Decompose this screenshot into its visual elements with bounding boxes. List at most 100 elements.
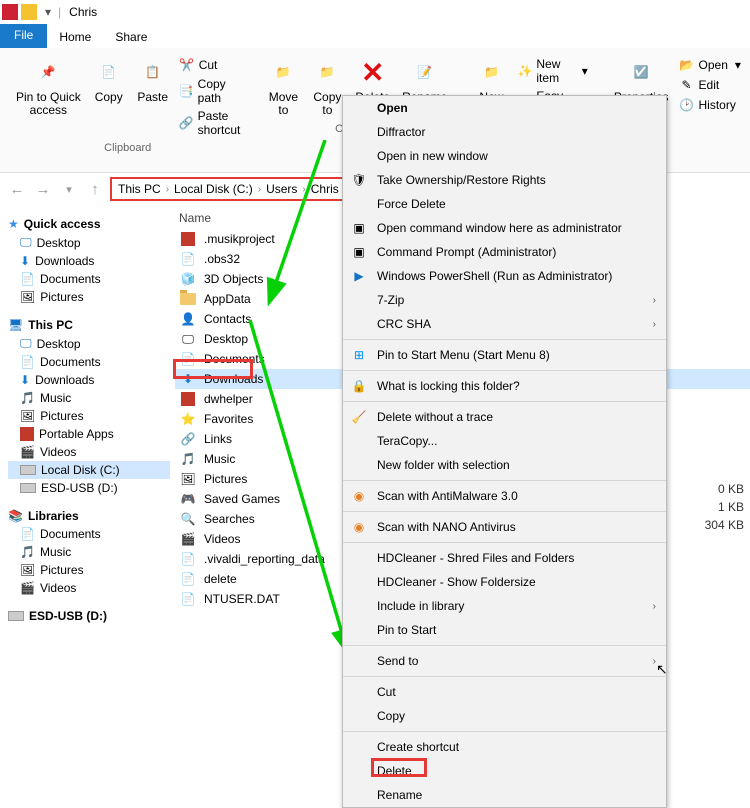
ctx-open[interactable]: Open: [343, 96, 666, 120]
doc-icon: 📄: [20, 272, 35, 286]
item-icon: 🖵: [180, 331, 196, 347]
copy-icon: 📄: [93, 56, 125, 88]
folder-small-icon: [21, 4, 37, 20]
tree-quickaccess[interactable]: ★Quick access: [8, 215, 170, 233]
copy-button[interactable]: 📄 Copy: [87, 54, 131, 138]
tree-desktop[interactable]: 🖵Desktop: [8, 233, 170, 252]
item-name: Desktop: [204, 332, 248, 346]
bc-part[interactable]: Users: [266, 182, 297, 196]
pc-icon: 🖥: [8, 318, 23, 332]
ctx-newfoldersel[interactable]: New folder with selection: [343, 453, 666, 477]
ctx-rename[interactable]: Rename: [343, 783, 666, 807]
ctx-pinstart8[interactable]: ⊞Pin to Start Menu (Start Menu 8): [343, 343, 666, 367]
usb-icon: [8, 611, 24, 621]
nav-tree: ★Quick access 🖵Desktop ⬇Downloads 📄Docum…: [0, 205, 170, 765]
ctx-whatlock[interactable]: 🔒What is locking this folder?: [343, 374, 666, 398]
ctx-cmdadmin[interactable]: ▣Open command window here as administrat…: [343, 216, 666, 240]
delete-icon: ✕: [357, 56, 389, 88]
ctx-7zip[interactable]: 7-Zip›: [343, 288, 666, 312]
tree-pc-desktop[interactable]: 🖵Desktop: [8, 334, 170, 353]
tree-downloads[interactable]: ⬇Downloads: [8, 252, 170, 270]
item-icon: 🧊: [180, 271, 196, 287]
submenu-icon: ›: [653, 295, 656, 306]
tree-pc-videos[interactable]: 🎬Videos: [8, 443, 170, 461]
item-name: Links: [204, 432, 232, 446]
item-icon: 👤: [180, 311, 196, 327]
item-name: dwhelper: [204, 392, 253, 406]
ctx-cmdprompt[interactable]: ▣Command Prompt (Administrator): [343, 240, 666, 264]
copy-path-button[interactable]: 📑Copy path: [175, 76, 246, 106]
ctx-teracopy[interactable]: TeraCopy...: [343, 429, 666, 453]
ctx-forcedel[interactable]: Force Delete: [343, 192, 666, 216]
tree-pictures[interactable]: 🖼Pictures: [8, 288, 170, 306]
item-name: NTUSER.DAT: [204, 592, 280, 606]
ctx-pintostart[interactable]: Pin to Start: [343, 618, 666, 642]
tree-pc-documents[interactable]: 📄Documents: [8, 353, 170, 371]
tree-esd[interactable]: ESD-USB (D:): [8, 607, 170, 625]
item-name: Contacts: [204, 312, 251, 326]
tree-lib-pics[interactable]: 🖼Pictures: [8, 561, 170, 579]
cut-button[interactable]: ✂️Cut: [175, 56, 246, 74]
ctx-delnotrace[interactable]: 🧹Delete without a trace: [343, 405, 666, 429]
tree-lib-docs[interactable]: 📄Documents: [8, 525, 170, 543]
bc-part[interactable]: This PC: [118, 182, 161, 196]
tree-pc-portable[interactable]: Portable Apps: [8, 425, 170, 443]
history-btn[interactable]: 🕑History: [675, 96, 745, 114]
item-icon: 🎮: [180, 491, 196, 507]
bc-part[interactable]: Local Disk (C:): [174, 182, 253, 196]
tree-pc-pictures[interactable]: 🖼Pictures: [8, 407, 170, 425]
ctx-takeown[interactable]: 🛡Take Ownership/Restore Rights: [343, 168, 666, 192]
item-icon: 🖼: [180, 471, 196, 487]
tab-home[interactable]: Home: [47, 26, 103, 48]
nav-fwd[interactable]: →: [32, 181, 54, 198]
paste-shortcut-button[interactable]: 🔗Paste shortcut: [175, 108, 246, 138]
nav-back[interactable]: ←: [6, 181, 28, 198]
nav-recent[interactable]: ▾: [58, 183, 80, 196]
nav-up[interactable]: ↑: [84, 181, 106, 198]
ctx-sendto[interactable]: Send to›: [343, 649, 666, 673]
cursor-icon: ↖: [656, 661, 668, 678]
ctx-copy[interactable]: Copy: [343, 704, 666, 728]
tree-pc-esd[interactable]: ESD-USB (D:): [8, 479, 170, 497]
tree-libraries[interactable]: 📚Libraries: [8, 507, 170, 525]
tab-share[interactable]: Share: [103, 26, 159, 48]
ctx-crc[interactable]: CRC SHA›: [343, 312, 666, 336]
usb-icon: [20, 483, 36, 493]
item-icon: 🎬: [180, 531, 196, 547]
tree-pc-music[interactable]: 🎵Music: [8, 389, 170, 407]
tree-thispc[interactable]: 🖥This PC: [8, 316, 170, 334]
tree-pc-downloads[interactable]: ⬇Downloads: [8, 371, 170, 389]
new-item-button[interactable]: ✨New item▾: [513, 56, 591, 86]
item-icon: 📄: [180, 591, 196, 607]
tab-file[interactable]: File: [0, 24, 47, 48]
move-to-button[interactable]: 📁Move to: [261, 54, 305, 119]
ctx-inclib[interactable]: Include in library›: [343, 594, 666, 618]
open-btn[interactable]: 📂Open▾: [675, 56, 745, 74]
ctx-hdfs[interactable]: HDCleaner - Show Foldersize: [343, 570, 666, 594]
pin-quick-access-button[interactable]: 📌 Pin to Quick access: [10, 54, 87, 138]
ctx-diffractor[interactable]: Diffractor: [343, 120, 666, 144]
ctx-newwin[interactable]: Open in new window: [343, 144, 666, 168]
ctx-delete[interactable]: Delete: [343, 759, 666, 783]
ctx-antimalware[interactable]: ◉Scan with AntiMalware 3.0: [343, 484, 666, 508]
tree-lib-vids[interactable]: 🎬Videos: [8, 579, 170, 597]
breadcrumb[interactable]: This PC› Local Disk (C:)› Users› Chris: [110, 177, 347, 201]
paste-button[interactable]: 📋 Paste: [131, 54, 175, 138]
tree-pc-local[interactable]: Local Disk (C:): [8, 461, 170, 479]
tree-lib-music[interactable]: 🎵Music: [8, 543, 170, 561]
edit-btn[interactable]: ✎Edit: [675, 76, 745, 94]
ctx-hdshred[interactable]: HDCleaner - Shred Files and Folders: [343, 546, 666, 570]
item-name: Downloads: [204, 372, 263, 386]
rename-icon: 📝: [409, 56, 441, 88]
item-name: Music: [204, 452, 235, 466]
tree-documents[interactable]: 📄Documents: [8, 270, 170, 288]
group-clipboard-label: Clipboard: [104, 142, 151, 156]
newfolder-icon: 📁: [475, 56, 507, 88]
ctx-nano[interactable]: ◉Scan with NANO Antivirus: [343, 515, 666, 539]
ctx-cut[interactable]: Cut: [343, 680, 666, 704]
ctx-shortcut[interactable]: Create shortcut: [343, 735, 666, 759]
quickaccess-dropdown-icon[interactable]: ▾: [45, 5, 51, 19]
app-icon: [20, 427, 34, 441]
bc-part[interactable]: Chris: [311, 182, 339, 196]
ctx-ps[interactable]: ▶Windows PowerShell (Run as Administrato…: [343, 264, 666, 288]
